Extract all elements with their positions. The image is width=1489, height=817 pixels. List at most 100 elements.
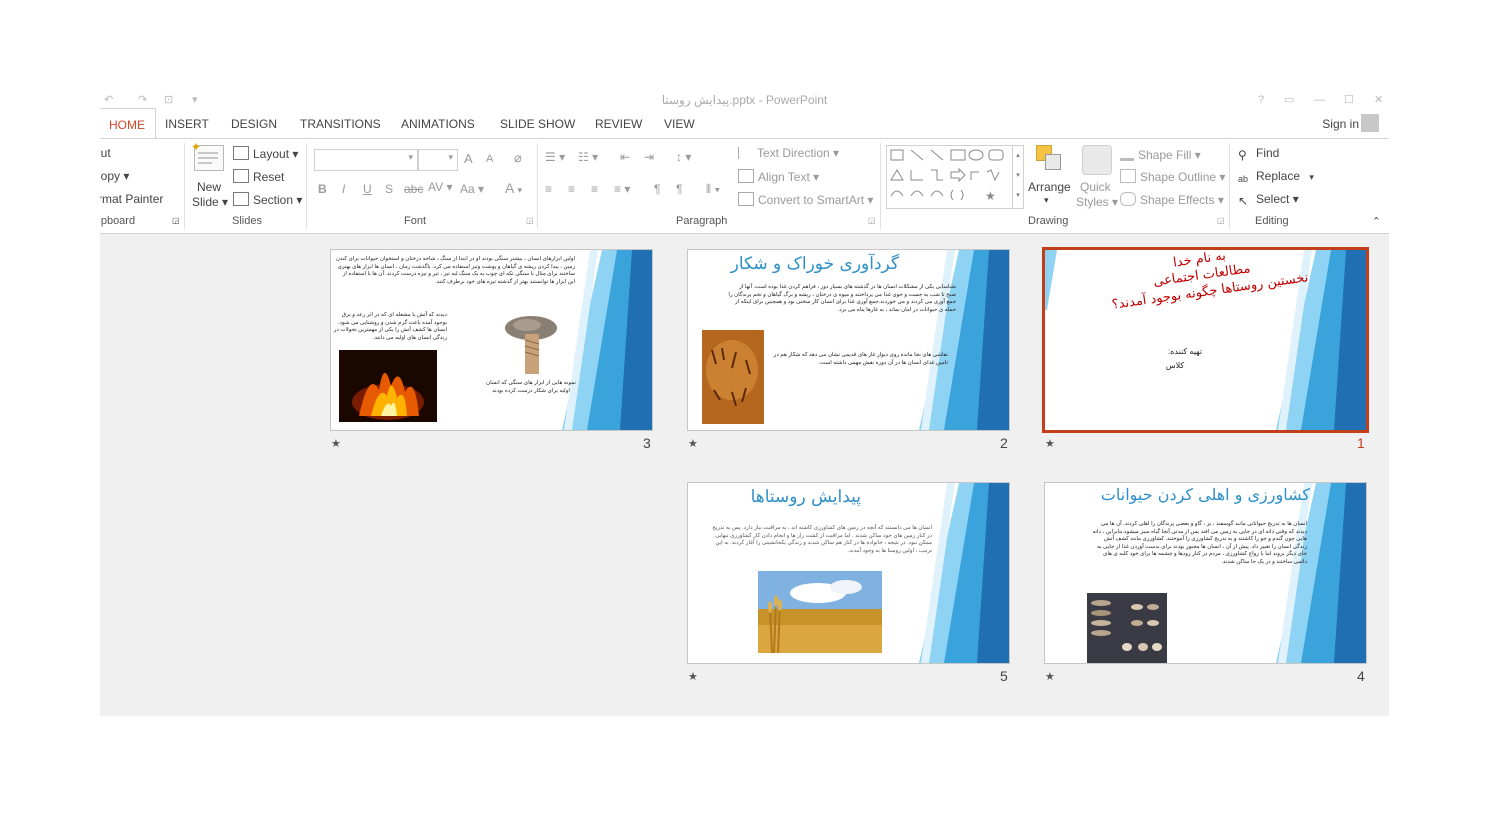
- grow-font-button[interactable]: A: [464, 151, 473, 166]
- slide-number-2: 2: [1000, 435, 1008, 451]
- ribbon-display-options-icon[interactable]: ▭: [1284, 92, 1294, 108]
- font-launcher-icon[interactable]: ◲: [526, 216, 534, 225]
- bold-button[interactable]: B: [318, 182, 327, 196]
- quick-styles-icon[interactable]: [1082, 145, 1112, 175]
- slide-thumbnail-1[interactable]: به نام خدا مطالعات اجتماعی نخستین روستاه…: [1042, 247, 1369, 433]
- justify-icon[interactable]: ≡ ▾: [614, 182, 630, 196]
- copy-button[interactable]: Copy ▾: [100, 169, 129, 183]
- stone-artifacts-image: [1087, 593, 1167, 663]
- transition-star-icon[interactable]: ★: [1045, 670, 1055, 683]
- paragraph-launcher-icon[interactable]: ◲: [868, 216, 876, 225]
- layout-button[interactable]: Layout ▾: [233, 146, 298, 161]
- tab-home[interactable]: HOME: [100, 108, 156, 139]
- cut-button[interactable]: Cut: [100, 146, 111, 160]
- change-case-button[interactable]: Aa ▾: [460, 182, 484, 196]
- arrange-button[interactable]: Arrange: [1028, 180, 1071, 194]
- close-icon[interactable]: ✕: [1374, 92, 1383, 108]
- font-group-label: Font: [404, 215, 427, 227]
- character-spacing-label: AV: [428, 180, 444, 194]
- tab-view[interactable]: VIEW: [664, 108, 695, 137]
- new-slide-button[interactable]: New: [197, 180, 221, 194]
- slide-2-body-2: نقاشی های بجا مانده روی دیوار غار های قد…: [773, 352, 948, 366]
- quick-styles-button[interactable]: Quick: [1080, 180, 1111, 194]
- bullets-icon[interactable]: ☰ ▾: [545, 150, 565, 164]
- align-text-button[interactable]: Align Text ▾: [738, 169, 819, 184]
- replace-button[interactable]: ab Replace ▾: [1238, 169, 1314, 186]
- slide-4-body: انسان ها به تدریج حیواناتی مانند گوسفند …: [1092, 521, 1308, 565]
- layout-icon: [233, 146, 249, 160]
- tab-review[interactable]: REVIEW: [595, 108, 642, 137]
- editing-group-label: Editing: [1255, 215, 1289, 227]
- align-left-icon[interactable]: ≡: [545, 182, 552, 196]
- reset-icon: [233, 169, 249, 183]
- section-button[interactable]: Section ▾: [233, 192, 302, 207]
- transition-star-icon[interactable]: ★: [331, 437, 341, 450]
- title-bar: ↶ ↷ ⊡ ▾ پیدایش روستا.pptx - PowerPoint ?…: [100, 92, 1389, 108]
- slide-thumbnail-2[interactable]: گردآوری خوراک و شکار شناسایی یکی از مشکل…: [687, 249, 1010, 431]
- transition-star-icon[interactable]: ★: [1045, 437, 1055, 450]
- slide-thumbnail-5[interactable]: پیدایش روستاها انسان ها می دانستند که آن…: [687, 482, 1010, 664]
- new-slide-icon[interactable]: ✦: [191, 141, 224, 171]
- convert-to-smartart-button[interactable]: Convert to SmartArt ▾: [738, 192, 873, 207]
- tab-animations[interactable]: ANIMATIONS: [401, 108, 475, 137]
- shape-outline-button[interactable]: Shape Outline ▾: [1120, 169, 1225, 184]
- columns-icon[interactable]: ⫴ ▾: [706, 182, 720, 197]
- transition-star-icon[interactable]: ★: [688, 670, 698, 683]
- align-right-icon[interactable]: ≡: [591, 182, 598, 196]
- new-slide-dropdown[interactable]: Slide ▾: [192, 195, 228, 209]
- left-to-right-icon[interactable]: ¶: [654, 182, 660, 196]
- shrink-font-button[interactable]: A: [486, 153, 493, 165]
- drawing-launcher-icon[interactable]: ◲: [1217, 216, 1225, 225]
- sign-in-link[interactable]: Sign in: [1322, 108, 1359, 140]
- font-name-input[interactable]: ▾: [314, 149, 418, 171]
- collapse-ribbon-icon[interactable]: ⌃: [1372, 215, 1381, 228]
- font-color-button[interactable]: A ▾: [505, 180, 522, 196]
- underline-button[interactable]: U: [363, 182, 372, 196]
- shape-fill-icon: [1120, 146, 1134, 161]
- italic-button[interactable]: I: [342, 182, 345, 196]
- section-label: Section: [253, 193, 294, 207]
- format-painter-button[interactable]: Format Painter: [100, 192, 163, 206]
- find-button[interactable]: ⚲ Find: [1238, 146, 1279, 162]
- cursor-icon: ↖: [1238, 194, 1249, 208]
- slide-5-title: پیدایش روستاها: [750, 487, 861, 507]
- text-shadow-button[interactable]: S: [385, 182, 393, 196]
- clipboard-launcher-icon[interactable]: ◲: [172, 216, 180, 225]
- font-color-label: A: [505, 180, 514, 196]
- quick-styles-dropdown[interactable]: Styles ▾: [1076, 195, 1118, 209]
- clear-formatting-icon[interactable]: ⌀: [514, 150, 522, 166]
- smartart-icon: [738, 192, 754, 206]
- slide-thumbnail-4[interactable]: کشاورزی و اهلی کردن حیوانات انسان ها به …: [1044, 482, 1367, 664]
- tab-design[interactable]: DESIGN: [231, 108, 277, 137]
- shape-effects-button[interactable]: Shape Effects ▾: [1120, 192, 1224, 207]
- font-size-input[interactable]: ▾: [418, 149, 458, 171]
- avatar[interactable]: [1361, 114, 1379, 132]
- numbering-icon[interactable]: ☷ ▾: [578, 150, 598, 164]
- character-spacing-button[interactable]: AV ▾: [428, 180, 452, 194]
- right-to-left-icon[interactable]: ¶: [676, 182, 682, 196]
- strikethrough-button[interactable]: abc: [404, 182, 423, 196]
- stone-tool-image: [503, 314, 561, 376]
- slide-thumbnail-3[interactable]: اولین ابزارهای انسان ، بیشتر سنگی بودند …: [330, 249, 653, 431]
- help-icon[interactable]: ?: [1258, 92, 1264, 108]
- text-direction-button[interactable]: Text Direction ▾: [738, 146, 839, 160]
- maximize-icon[interactable]: ☐: [1344, 92, 1354, 108]
- paragraph-group-label: Paragraph: [676, 215, 728, 227]
- arrange-icon[interactable]: [1036, 145, 1062, 171]
- transition-star-icon[interactable]: ★: [688, 437, 698, 450]
- slide-4-title: کشاورزی و اهلی کردن حیوانات: [1100, 485, 1310, 504]
- shapes-gallery[interactable]: ★ ▴ ▾ ▾: [886, 145, 1024, 209]
- shape-fill-button[interactable]: Shape Fill ▾: [1120, 146, 1201, 162]
- increase-indent-icon[interactable]: ⇥: [644, 150, 654, 164]
- minimize-icon[interactable]: —: [1314, 92, 1325, 108]
- decrease-indent-icon[interactable]: ⇤: [620, 150, 630, 164]
- reset-button[interactable]: Reset: [233, 169, 284, 184]
- tab-slide-show[interactable]: SLIDE SHOW: [500, 108, 575, 137]
- arrange-dropdown-icon[interactable]: ▾: [1044, 195, 1049, 206]
- line-spacing-icon[interactable]: ↕ ▾: [676, 150, 691, 164]
- tab-transitions[interactable]: TRANSITIONS: [300, 108, 381, 137]
- center-icon[interactable]: ≡: [568, 182, 575, 196]
- tab-insert[interactable]: INSERT: [165, 108, 209, 137]
- select-label: Select: [1256, 192, 1290, 206]
- select-button[interactable]: ↖ Select ▾: [1238, 192, 1299, 208]
